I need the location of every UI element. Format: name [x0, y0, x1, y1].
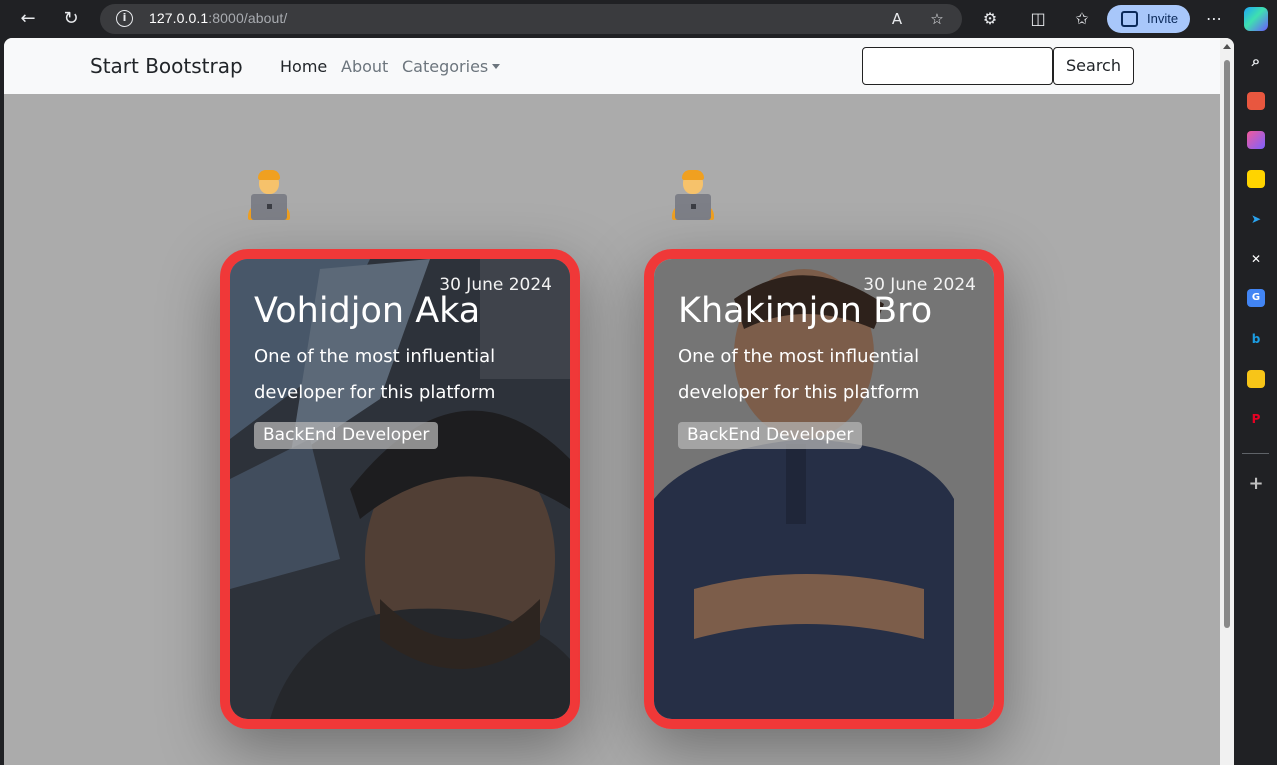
invite-icon: [1121, 11, 1138, 27]
scroll-up-arrow-icon[interactable]: [1223, 44, 1231, 49]
search-icon[interactable]: ⌕: [1247, 52, 1265, 70]
telegram-icon[interactable]: ➤: [1247, 210, 1265, 228]
card-description: One of the most influential developer fo…: [678, 346, 920, 403]
url-text[interactable]: 127.0.0.1:8000/about/: [149, 10, 287, 26]
bing-icon[interactable]: b: [1247, 330, 1265, 348]
nav-link-about[interactable]: About: [341, 57, 388, 76]
navbar-brand[interactable]: Start Bootstrap: [90, 54, 243, 78]
x-icon[interactable]: ✕: [1247, 250, 1265, 268]
refresh-icon[interactable]: ↻: [58, 7, 84, 31]
sidebar-divider: [1242, 453, 1269, 454]
card-name: Khakimjon Bro: [678, 291, 933, 331]
search-input[interactable]: [862, 47, 1053, 85]
read-aloud-icon[interactable]: A: [886, 8, 908, 30]
games-icon[interactable]: [1247, 170, 1265, 188]
nav-dropdown-categories[interactable]: Categories: [402, 57, 501, 76]
keep-icon[interactable]: [1247, 370, 1265, 388]
technologist-emoji-icon: [669, 170, 717, 222]
role-badge: BackEnd Developer: [678, 422, 863, 449]
back-arrow-icon[interactable]: ←: [15, 7, 41, 31]
add-icon[interactable]: +: [1247, 475, 1265, 493]
nav-link-home[interactable]: Home: [280, 57, 327, 76]
favorite-star-icon[interactable]: ☆: [926, 8, 948, 30]
pinterest-icon[interactable]: P: [1247, 410, 1265, 428]
invite-button[interactable]: Invite: [1107, 5, 1190, 33]
scrollbar[interactable]: [1220, 38, 1234, 765]
copilot-icon[interactable]: [1244, 7, 1268, 31]
extensions-icon[interactable]: ⚙: [979, 8, 1001, 30]
scrollbar-thumb[interactable]: [1224, 60, 1230, 628]
favorites-icon[interactable]: ✩: [1071, 8, 1093, 30]
browser-sidebar: ⌕ ➤ ✕ G b P +: [1234, 38, 1277, 765]
technologist-emoji-icon: [245, 170, 293, 222]
split-screen-icon[interactable]: ◫: [1027, 8, 1049, 30]
more-menu-icon[interactable]: ⋯: [1203, 8, 1225, 30]
browser-toolbar: ← ↻ i 127.0.0.1:8000/about/ A ☆ ⚙ ◫ ✩ In…: [0, 0, 1277, 38]
chevron-down-icon: [492, 64, 501, 69]
profile-card[interactable]: 30 June 2024 Vohidjon Aka One of the mos…: [220, 249, 580, 729]
designer-icon[interactable]: [1247, 131, 1265, 149]
role-badge: BackEnd Developer: [254, 422, 439, 449]
navbar: Start Bootstrap Home About Categories Se…: [4, 38, 1220, 94]
card-name: Vohidjon Aka: [254, 291, 481, 331]
address-bar[interactable]: i 127.0.0.1:8000/about/ A ☆: [100, 4, 962, 34]
profile-card[interactable]: 30 June 2024 Khakimjon Bro One of the mo…: [644, 249, 1004, 729]
translate-icon[interactable]: G: [1247, 289, 1265, 307]
url-host: 127.0.0.1: [149, 10, 209, 26]
search-button[interactable]: Search: [1053, 47, 1134, 85]
site-info-icon[interactable]: i: [116, 10, 133, 27]
page-viewport: Start Bootstrap Home About Categories Se…: [4, 38, 1234, 765]
card-description: One of the most influential developer fo…: [254, 346, 496, 403]
invite-label: Invite: [1147, 11, 1179, 26]
url-path: :8000/about/: [208, 10, 288, 26]
tools-icon[interactable]: [1247, 92, 1265, 110]
nav-dropdown-label: Categories: [402, 57, 489, 76]
